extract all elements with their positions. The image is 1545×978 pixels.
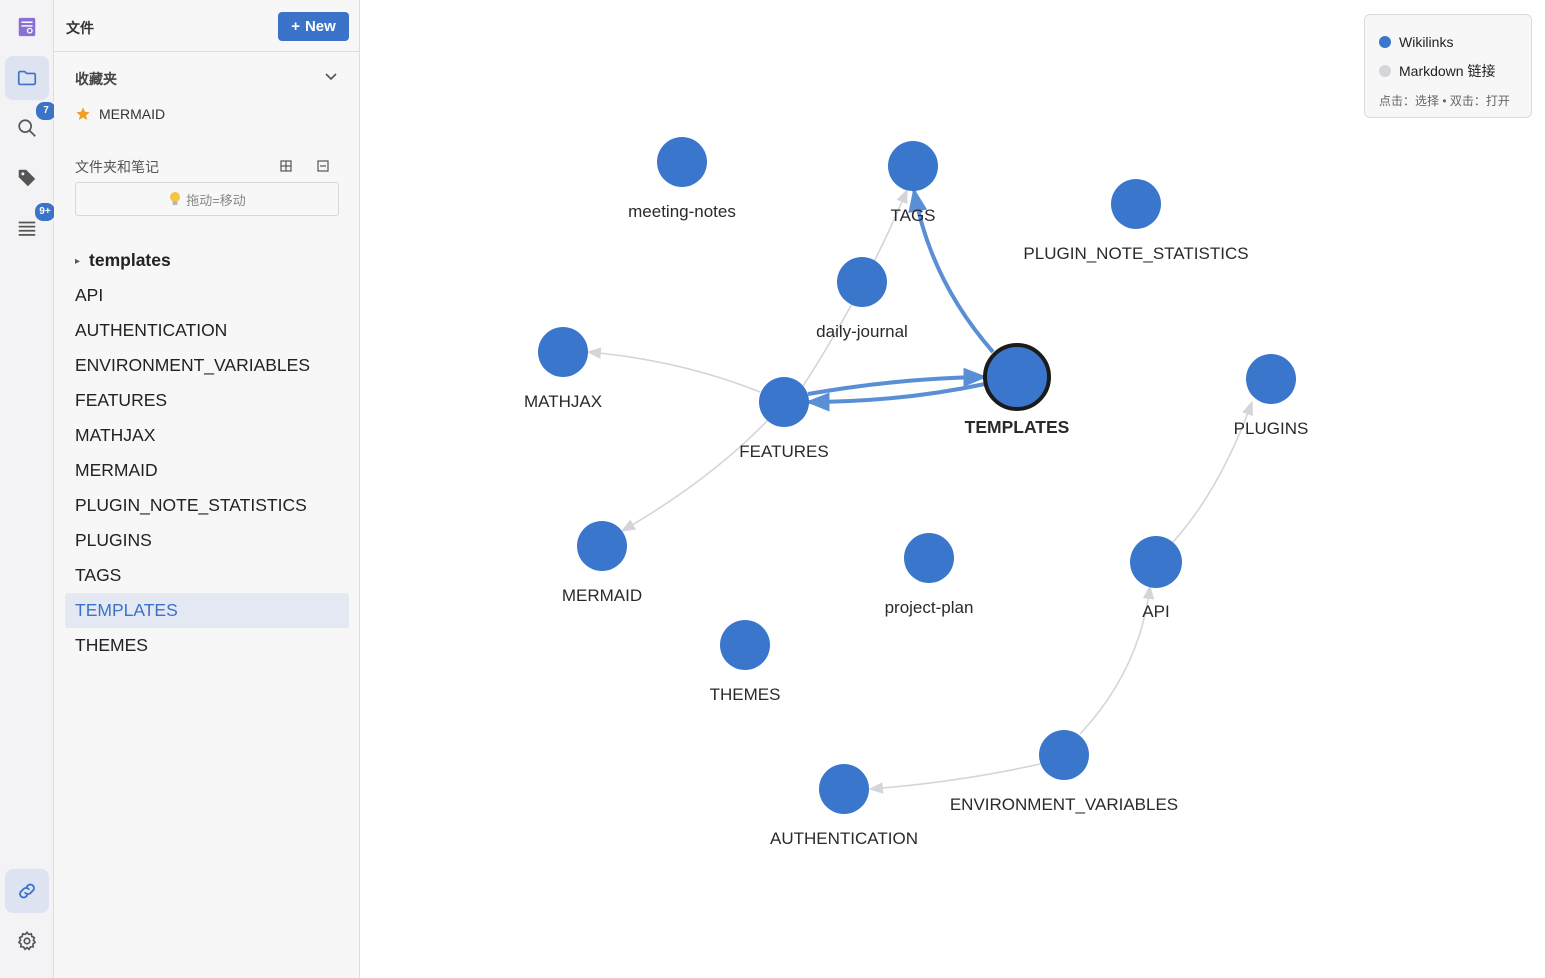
note-item[interactable]: MATHJAX bbox=[65, 418, 349, 453]
plus-icon: + bbox=[291, 18, 300, 35]
legend-markdown-label: Markdown 链接 bbox=[1399, 63, 1496, 79]
legend-markdown: Markdown 链接 bbox=[1379, 61, 1495, 81]
tag-icon[interactable] bbox=[5, 156, 49, 200]
graph-node-mermaid[interactable]: MERMAID bbox=[562, 521, 642, 605]
sidebar-title: 文件 bbox=[66, 20, 94, 36]
graph-node-plugins[interactable]: PLUGINS bbox=[1234, 354, 1309, 438]
star-icon bbox=[76, 107, 90, 120]
graph-node-project-plan[interactable]: project-plan bbox=[885, 533, 974, 617]
graph-node-environment-variables[interactable]: ENVIRONMENT_VARIABLES bbox=[950, 730, 1178, 814]
graph-legend: Wikilinks Markdown 链接 点击：选择 • 双击：打开 bbox=[1364, 14, 1532, 118]
node-label: ENVIRONMENT_VARIABLES bbox=[950, 795, 1178, 814]
graph-node-themes[interactable]: THEMES bbox=[710, 620, 781, 704]
node-label: PLUGINS bbox=[1234, 419, 1309, 438]
note-item-selected[interactable]: TEMPLATES bbox=[65, 593, 349, 628]
node-label: daily-journal bbox=[816, 322, 908, 341]
graph-node-daily-journal[interactable]: daily-journal bbox=[816, 257, 908, 341]
note-item[interactable]: MERMAID bbox=[65, 453, 349, 488]
graph-canvas[interactable]: meeting-notes TAGS PLUGIN_NOTE_STATISTIC… bbox=[360, 0, 1545, 978]
note-item[interactable]: API bbox=[65, 278, 349, 313]
favorite-item-mermaid[interactable]: MERMAID bbox=[75, 106, 165, 122]
expand-all-icon[interactable] bbox=[280, 160, 292, 172]
link-features-mathjax bbox=[586, 347, 761, 393]
lightbulb-icon bbox=[170, 192, 181, 205]
collapse-all-icon[interactable] bbox=[317, 160, 329, 172]
wikilink-dot-icon bbox=[1379, 36, 1391, 48]
note-item[interactable]: ENVIRONMENT_VARIABLES bbox=[65, 348, 349, 383]
drag-hint-text: 拖动=移动 bbox=[186, 192, 246, 208]
activity-bar: 7 9+ bbox=[0, 0, 58, 978]
graph-node-plugin-note-statistics[interactable]: PLUGIN_NOTE_STATISTICS bbox=[1023, 179, 1249, 263]
node-label: FEATURES bbox=[739, 442, 828, 461]
legend-hint: 点击：选择 • 双击：打开 bbox=[1379, 94, 1510, 108]
graph-node-tags[interactable]: TAGS bbox=[888, 141, 938, 225]
node-label: project-plan bbox=[885, 598, 974, 617]
favorite-item-label: MERMAID bbox=[99, 106, 166, 122]
node-label: meeting-notes bbox=[628, 202, 736, 221]
node-label: THEMES bbox=[710, 685, 781, 704]
link-envvars-api bbox=[1079, 584, 1155, 735]
node-label: PLUGIN_NOTE_STATISTICS bbox=[1023, 244, 1248, 263]
tree-section-label: 文件夹和笔记 bbox=[75, 159, 159, 175]
new-note-button[interactable]: + New bbox=[278, 12, 349, 41]
settings-gear-icon[interactable] bbox=[5, 919, 49, 963]
note-item[interactable]: TAGS bbox=[65, 558, 349, 593]
graph-node-mathjax[interactable]: MATHJAX bbox=[524, 327, 602, 411]
legend-wikilinks: Wikilinks bbox=[1379, 34, 1453, 50]
note-item[interactable]: PLUGIN_NOTE_STATISTICS bbox=[65, 488, 349, 523]
graph-node-templates-current[interactable]: TEMPLATES bbox=[965, 343, 1070, 437]
link-features-mermaid bbox=[620, 419, 769, 532]
app-logo-icon[interactable] bbox=[5, 5, 49, 49]
graph-node-api[interactable]: API bbox=[1130, 536, 1182, 621]
folder-label: templates bbox=[89, 250, 171, 270]
markdown-dot-icon bbox=[1379, 65, 1391, 77]
node-label: AUTHENTICATION bbox=[770, 829, 918, 848]
sidebar-header: 文件 + New bbox=[54, 0, 359, 52]
link-templates-features bbox=[805, 382, 986, 412]
node-label: TAGS bbox=[890, 206, 935, 225]
folder-templates[interactable]: ▸ templates bbox=[65, 243, 349, 278]
link-icon[interactable] bbox=[5, 869, 49, 913]
node-label: TEMPLATES bbox=[965, 417, 1070, 437]
note-item[interactable]: THEMES bbox=[65, 628, 349, 663]
legend-wikilinks-label: Wikilinks bbox=[1399, 34, 1454, 50]
favorites-label: 收藏夹 bbox=[75, 71, 117, 87]
file-sidebar: 文件 + New 收藏夹 MERMAID 文件夹和笔记 拖动=移动 ▸ templ… bbox=[54, 0, 360, 978]
graph-node-authentication[interactable]: AUTHENTICATION bbox=[770, 764, 918, 848]
link-envvars-authentication bbox=[868, 763, 1041, 794]
link-features-templates bbox=[807, 367, 988, 396]
drag-hint: 拖动=移动 bbox=[75, 182, 339, 216]
folder-icon[interactable] bbox=[5, 56, 49, 100]
node-label: MATHJAX bbox=[524, 392, 602, 411]
chevron-down-icon[interactable] bbox=[324, 72, 338, 82]
graph-node-meeting-notes[interactable]: meeting-notes bbox=[628, 137, 736, 221]
node-label: API bbox=[1142, 602, 1169, 621]
note-item[interactable]: AUTHENTICATION bbox=[65, 313, 349, 348]
note-item[interactable]: FEATURES bbox=[65, 383, 349, 418]
node-label: MERMAID bbox=[562, 586, 642, 605]
note-item[interactable]: PLUGINS bbox=[65, 523, 349, 558]
new-button-label: New bbox=[304, 18, 336, 35]
graph-view[interactable]: meeting-notes TAGS PLUGIN_NOTE_STATISTIC… bbox=[360, 0, 1545, 978]
caret-right-icon: ▸ bbox=[75, 256, 81, 267]
